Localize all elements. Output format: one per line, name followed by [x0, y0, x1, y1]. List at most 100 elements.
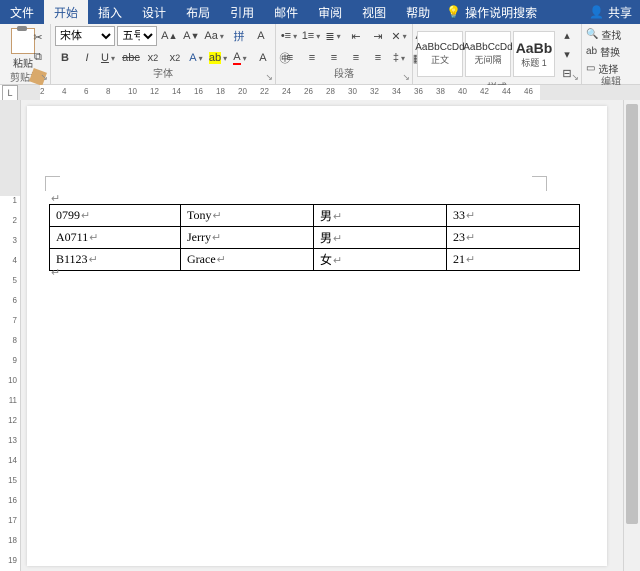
table-cell[interactable]: A0711↵ — [50, 227, 181, 249]
multilevel-button[interactable]: ≣▾ — [324, 27, 344, 45]
cell-mark: ↵ — [81, 210, 90, 222]
font-color-button[interactable]: A▾ — [231, 49, 251, 67]
table-cell[interactable]: B1123↵ — [50, 249, 181, 271]
indent-inc-button[interactable]: ⇥ — [368, 27, 388, 45]
find-button[interactable]: 🔍查找 — [586, 26, 636, 42]
underline-button[interactable]: U▾ — [99, 49, 119, 67]
tab-selector[interactable]: L — [2, 85, 18, 101]
vruler-tick: 4 — [13, 256, 17, 265]
styles-launcher[interactable]: ↘ — [571, 72, 579, 83]
font-size-combo[interactable]: 五号 — [117, 26, 157, 46]
cell-mark: ↵ — [217, 254, 226, 266]
tab-review[interactable]: 审阅 — [308, 0, 352, 24]
table-cell[interactable]: Grace↵ — [181, 249, 314, 271]
change-case-button[interactable]: Aa▾ — [203, 27, 227, 45]
align-center-button[interactable]: ≡ — [302, 49, 322, 67]
table-cell[interactable]: 男↵ — [314, 205, 447, 227]
vruler-tick: 10 — [8, 376, 17, 385]
indent-dec-button[interactable]: ⇤ — [346, 27, 366, 45]
table-row[interactable]: B1123↵Grace↵女↵21↵ — [50, 249, 580, 271]
tab-home[interactable]: 开始 — [44, 0, 88, 24]
style-nospacing-preview: AaBbCcDd — [463, 42, 512, 53]
shrink-font-button[interactable]: A▼ — [181, 27, 201, 45]
tab-mailings[interactable]: 邮件 — [264, 0, 308, 24]
select-button[interactable]: ▭选择 — [586, 60, 636, 76]
vertical-ruler[interactable]: 12345678910111213141516171819202122 — [0, 100, 21, 571]
strike-button[interactable]: abc — [121, 49, 141, 67]
font-name-combo[interactable]: 宋体 — [55, 26, 115, 46]
hruler-tick: 18 — [216, 87, 225, 96]
italic-button[interactable]: I — [77, 49, 97, 67]
clipboard-launcher[interactable]: ↘ — [40, 72, 48, 83]
subscript-button[interactable]: x2 — [143, 49, 163, 67]
document-page[interactable]: ↵ 0799↵Tony↵男↵33↵A0711↵Jerry↵男↵23↵B1123↵… — [27, 106, 607, 566]
style-heading1[interactable]: AaBb 标题 1 — [513, 31, 555, 77]
tab-layout[interactable]: 布局 — [176, 0, 220, 24]
table-cell[interactable]: 女↵ — [314, 249, 447, 271]
style-normal[interactable]: AaBbCcDd 正文 — [417, 31, 463, 77]
tell-me[interactable]: 💡 操作说明搜索 — [446, 4, 537, 21]
cell-text: B1123 — [56, 252, 88, 266]
replace-button[interactable]: ab替换 — [586, 43, 636, 59]
text-effects-button[interactable]: A▾ — [187, 49, 207, 67]
tab-references[interactable]: 引用 — [220, 0, 264, 24]
share-button[interactable]: 👤 共享 — [589, 4, 632, 21]
align-left-button[interactable]: ≡ — [280, 49, 300, 67]
superscript-button[interactable]: x2 — [165, 49, 185, 67]
hruler-tick: 16 — [194, 87, 203, 96]
align-distribute-button[interactable]: ≡ — [368, 49, 388, 67]
scrollbar-thumb[interactable] — [626, 104, 638, 524]
char-border-button[interactable]: A — [251, 27, 271, 45]
table-cell[interactable]: 23↵ — [447, 227, 580, 249]
grow-font-button[interactable]: A▲ — [159, 27, 179, 45]
copy-button[interactable]: ⧉ — [28, 48, 48, 66]
table-cell[interactable]: 男↵ — [314, 227, 447, 249]
cell-mark: ↵ — [89, 254, 98, 266]
workspace: 12345678910111213141516171819202122 ↵ 07… — [0, 100, 640, 571]
hruler-tick: 44 — [502, 87, 511, 96]
bold-button[interactable]: B — [55, 49, 75, 67]
asian-layout-button[interactable]: ✕▾ — [390, 27, 410, 45]
phonetic-guide-button[interactable]: 拼 — [229, 27, 249, 45]
find-label: 查找 — [601, 27, 621, 42]
cut-button[interactable]: ✂ — [28, 28, 48, 46]
table-cell[interactable]: 33↵ — [447, 205, 580, 227]
align-right-button[interactable]: ≡ — [324, 49, 344, 67]
cell-mark: ↵ — [333, 211, 342, 223]
tab-file[interactable]: 文件 — [0, 0, 44, 24]
tab-help[interactable]: 帮助 — [396, 0, 440, 24]
font-launcher[interactable]: ↘ — [265, 72, 273, 83]
hruler-tick: 40 — [458, 87, 467, 96]
vertical-scrollbar[interactable] — [623, 100, 640, 571]
table-cell[interactable]: 21↵ — [447, 249, 580, 271]
vruler-tick: 3 — [13, 236, 17, 245]
highlight-button[interactable]: ab▾ — [209, 49, 229, 67]
styles-row-up[interactable]: ▴ — [557, 26, 577, 44]
cell-text: A0711 — [56, 230, 88, 244]
document-table[interactable]: 0799↵Tony↵男↵33↵A0711↵Jerry↵男↵23↵B1123↵Gr… — [49, 204, 580, 271]
line-spacing-button[interactable]: ‡▾ — [390, 49, 410, 67]
table-cell[interactable]: 0799↵ — [50, 205, 181, 227]
vruler-tick: 13 — [8, 436, 17, 445]
tab-design[interactable]: 设计 — [132, 0, 176, 24]
vruler-tick: 18 — [8, 536, 17, 545]
paragraph-mark-end: ↵ — [51, 266, 60, 279]
char-shading-button[interactable]: A — [253, 49, 273, 67]
table-row[interactable]: A0711↵Jerry↵男↵23↵ — [50, 227, 580, 249]
page-area[interactable]: ↵ 0799↵Tony↵男↵33↵A0711↵Jerry↵男↵23↵B1123↵… — [21, 100, 640, 571]
share-label: 共享 — [608, 4, 632, 21]
style-nospacing-label: 无间隔 — [474, 53, 501, 66]
table-row[interactable]: 0799↵Tony↵男↵33↵ — [50, 205, 580, 227]
bullets-button[interactable]: •≡▾ — [280, 27, 300, 45]
style-normal-label: 正文 — [431, 53, 449, 66]
paragraph-launcher[interactable]: ↘ — [402, 72, 410, 83]
hruler-tick: 30 — [348, 87, 357, 96]
table-cell[interactable]: Tony↵ — [181, 205, 314, 227]
align-justify-button[interactable]: ≡ — [346, 49, 366, 67]
numbering-button[interactable]: 1≡▾ — [302, 27, 322, 45]
styles-row-down[interactable]: ▾ — [557, 45, 577, 63]
tab-view[interactable]: 视图 — [352, 0, 396, 24]
tab-insert[interactable]: 插入 — [88, 0, 132, 24]
table-cell[interactable]: Jerry↵ — [181, 227, 314, 249]
style-nospacing[interactable]: AaBbCcDd 无间隔 — [465, 31, 511, 77]
